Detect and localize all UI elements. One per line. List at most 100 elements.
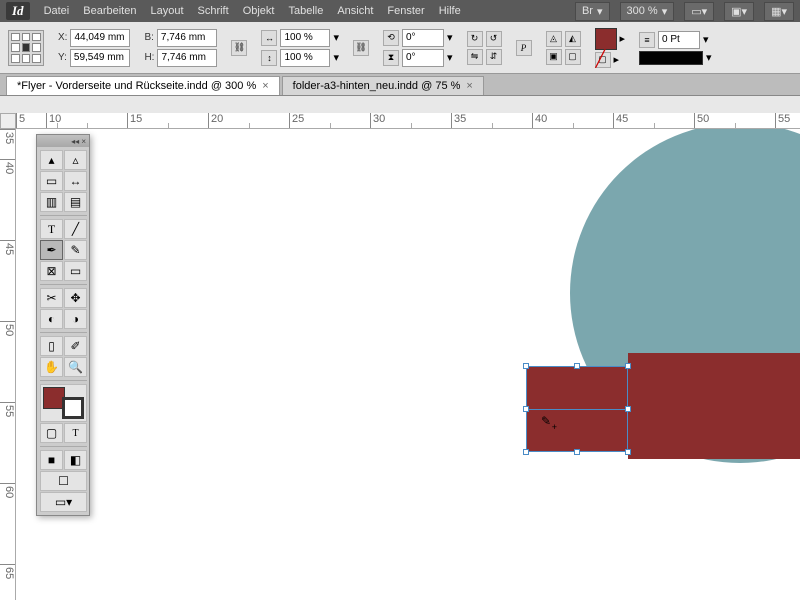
chevron-down-icon[interactable]: ▾ — [333, 31, 339, 44]
zoom-level-select[interactable]: 300 %▾ — [620, 2, 675, 21]
apply-gradient-tool[interactable]: ◧ — [64, 450, 87, 470]
page-tool[interactable]: ▭ — [40, 171, 63, 191]
chevron-down-icon[interactable]: ▾ — [447, 31, 453, 44]
panel-header[interactable]: ◂◂ × — [37, 135, 89, 147]
tools-panel[interactable]: ◂◂ × ▴ ▵ ▭ ↔ ▥ ▤ T ╱ ✒ ✎ ⊠ ▭ ✂ ✥ ◐ ◑ ▯ ✐… — [36, 134, 90, 516]
document-canvas[interactable]: ✎ — [16, 129, 800, 600]
reference-point-proxy[interactable] — [8, 30, 44, 66]
hand-tool[interactable]: ✋ — [40, 357, 63, 377]
apply-none-tool[interactable]: ☐ — [40, 471, 87, 491]
menu-view[interactable]: Ansicht — [337, 5, 373, 17]
eyedropper-tool[interactable]: ✐ — [64, 336, 87, 356]
gradient-swatch-tool[interactable]: ◐ — [40, 309, 63, 329]
formatting-text-tool[interactable]: T — [64, 423, 87, 443]
menu-file[interactable]: Datei — [44, 5, 70, 17]
chevron-down-icon: ▾ — [662, 5, 668, 18]
horizontal-ruler[interactable]: 5 10 15 20 25 30 35 40 45 50 55 60 — [16, 113, 800, 129]
resize-handle[interactable] — [523, 363, 529, 369]
menu-object[interactable]: Objekt — [243, 5, 275, 17]
direct-selection-tool[interactable]: ▵ — [64, 150, 87, 170]
menu-table[interactable]: Tabelle — [288, 5, 323, 17]
stroke-weight-input[interactable] — [658, 31, 700, 49]
rotate-90-cw-icon[interactable]: ↻ — [467, 31, 483, 47]
zoom-tool[interactable]: 🔍 — [64, 357, 87, 377]
app-logo: Id — [6, 2, 30, 20]
fill-stroke-proxy[interactable] — [40, 384, 87, 422]
constrain-proportions-icon[interactable]: ⛓ — [231, 40, 247, 56]
fill-swatch[interactable] — [595, 28, 617, 50]
select-container-icon[interactable]: ◬ — [546, 31, 562, 47]
chevron-down-icon[interactable]: ▸ — [620, 32, 626, 45]
content-placer-tool[interactable]: ▤ — [64, 192, 87, 212]
ruler-origin[interactable] — [0, 113, 16, 129]
resize-handle[interactable] — [523, 406, 529, 412]
close-icon[interactable]: × — [466, 80, 472, 92]
rectangle-frame-tool[interactable]: ⊠ — [40, 261, 63, 281]
arrange-button[interactable]: ▦▾ — [764, 2, 794, 21]
scissors-tool[interactable]: ✂ — [40, 288, 63, 308]
rotate-icon: ⟲ — [383, 30, 399, 46]
fit-frame-icon[interactable]: ▢ — [565, 49, 581, 65]
no-stroke-icon[interactable]: ▢╱ — [595, 52, 611, 68]
height-input[interactable] — [157, 49, 217, 67]
resize-handle[interactable] — [625, 406, 631, 412]
fit-content-icon[interactable]: ▣ — [546, 49, 562, 65]
resize-handle[interactable] — [574, 363, 580, 369]
rectangle-tool[interactable]: ▭ — [64, 261, 87, 281]
rotate-input[interactable] — [402, 29, 444, 47]
pen-tool[interactable]: ✒ — [40, 240, 63, 260]
chevron-down-icon[interactable]: ▾ — [447, 51, 453, 64]
document-tab-1[interactable]: *Flyer - Vorderseite und Rückseite.indd … — [6, 76, 280, 95]
menu-window[interactable]: Fenster — [387, 5, 424, 17]
line-tool[interactable]: ╱ — [64, 219, 87, 239]
constrain-scale-icon[interactable]: ⛓ — [353, 40, 369, 56]
flip-horizontal-icon[interactable]: ⇋ — [467, 49, 483, 65]
document-tab-2[interactable]: folder-a3-hinten_neu.indd @ 75 %× — [282, 76, 484, 95]
scale-y-input[interactable] — [280, 49, 330, 67]
resize-handle[interactable] — [574, 449, 580, 455]
pencil-tool[interactable]: ✎ — [64, 240, 87, 260]
menu-layout[interactable]: Layout — [150, 5, 183, 17]
menu-type[interactable]: Schrift — [198, 5, 229, 17]
resize-handle[interactable] — [523, 449, 529, 455]
type-tool[interactable]: T — [40, 219, 63, 239]
resize-handle[interactable] — [625, 449, 631, 455]
chevron-down-icon[interactable]: ▸ — [614, 53, 620, 66]
note-tool[interactable]: ▯ — [40, 336, 63, 356]
width-input[interactable] — [157, 29, 217, 47]
control-panel: X: Y: B: H: ⛓ ↔▾ ↕▾ ⛓ ⟲▾ ⧗▾ ↻↺ ⇋⇵ P ◬◭ ▣… — [0, 22, 800, 74]
vertical-ruler[interactable]: 35 40 45 50 55 60 65 70 — [0, 129, 16, 600]
chevron-down-icon[interactable]: ▾ — [703, 33, 709, 46]
menu-bar: Id Datei Bearbeiten Layout Schrift Objek… — [0, 0, 800, 22]
close-icon[interactable]: × — [262, 80, 268, 92]
selection-tool[interactable]: ▴ — [40, 150, 63, 170]
gap-tool[interactable]: ↔ — [64, 171, 87, 191]
menu-edit[interactable]: Bearbeiten — [83, 5, 136, 17]
y-label: Y: — [58, 52, 67, 63]
artwork-rectangle-back[interactable] — [628, 353, 800, 459]
chevron-down-icon[interactable]: ▾ — [333, 51, 339, 64]
normal-view-mode[interactable]: ▭▾ — [40, 492, 87, 512]
chevron-down-icon[interactable]: ▾ — [706, 51, 712, 64]
content-collector-tool[interactable]: ▥ — [40, 192, 63, 212]
stroke-style-select[interactable] — [639, 51, 703, 65]
flip-vertical-icon[interactable]: ⇵ — [486, 49, 502, 65]
x-input[interactable] — [70, 29, 130, 47]
rotate-90-ccw-icon[interactable]: ↺ — [486, 31, 502, 47]
free-transform-tool[interactable]: ✥ — [64, 288, 87, 308]
view-options-button[interactable]: ▭▾ — [684, 2, 714, 21]
formatting-container-tool[interactable]: ▢ — [40, 423, 63, 443]
character-panel-icon[interactable]: P — [516, 40, 532, 56]
scale-x-input[interactable] — [280, 29, 330, 47]
selected-rectangle[interactable] — [526, 366, 628, 452]
bridge-button[interactable]: Br▾ — [575, 2, 610, 21]
stroke-color-proxy[interactable] — [62, 397, 84, 419]
select-content-icon[interactable]: ◭ — [565, 31, 581, 47]
resize-handle[interactable] — [625, 363, 631, 369]
menu-help[interactable]: Hilfe — [439, 5, 461, 17]
shear-input[interactable] — [402, 49, 444, 67]
gradient-feather-tool[interactable]: ◑ — [64, 309, 87, 329]
apply-color-tool[interactable]: ■ — [40, 450, 63, 470]
screen-mode-button[interactable]: ▣▾ — [724, 2, 754, 21]
y-input[interactable] — [70, 49, 130, 67]
